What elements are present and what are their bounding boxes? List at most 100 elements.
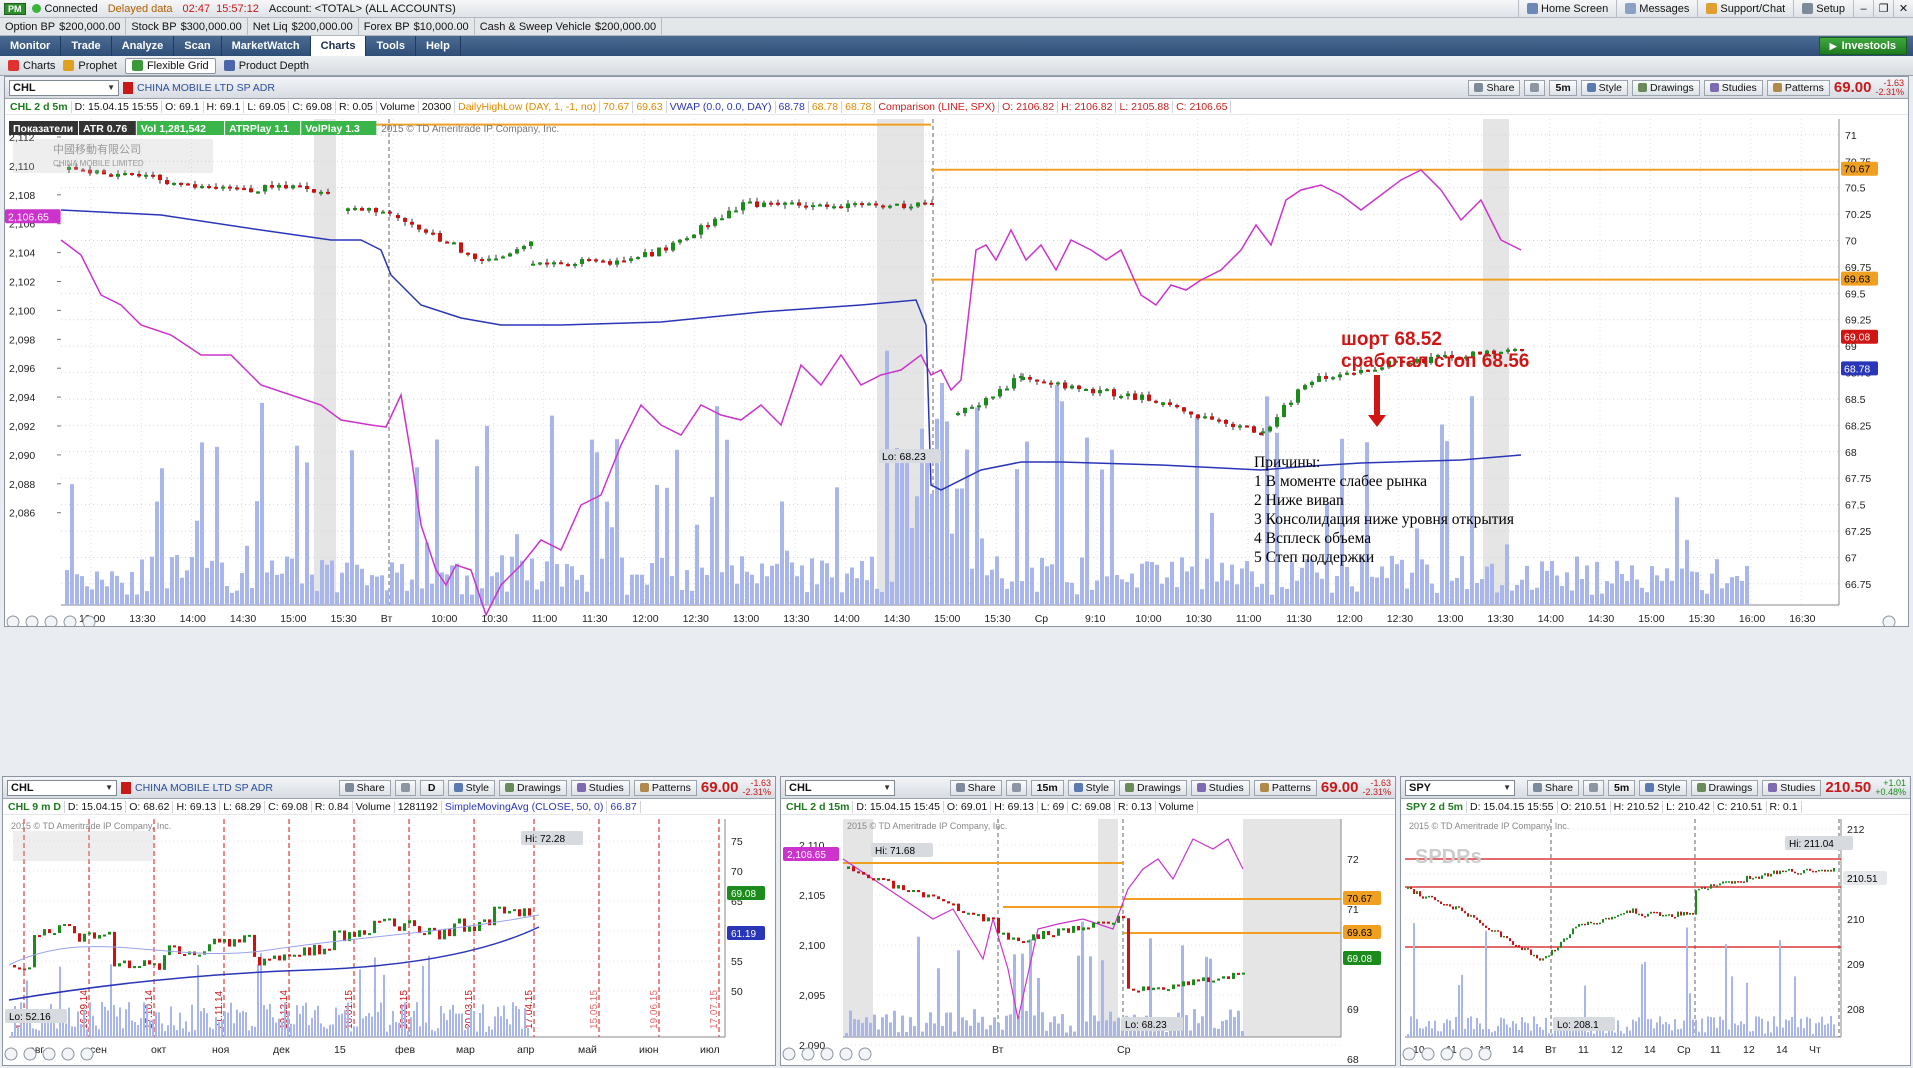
zoom-in-icon[interactable] [801, 1047, 815, 1061]
chevron-down-icon[interactable]: ▼ [1503, 783, 1511, 792]
zoom-in-icon[interactable] [23, 1047, 37, 1061]
zoom-in-icon[interactable] [25, 615, 39, 626]
vwap-line [60, 209, 1522, 491]
subtab-prophet[interactable]: Prophet [63, 60, 117, 72]
spy-chart[interactable]: 21221121020920810111314Вт111214Ср111214Ч… [1401, 815, 1910, 1065]
tab-charts[interactable]: Charts [310, 36, 367, 56]
tab-marketwatch[interactable]: MarketWatch [222, 36, 311, 56]
link-icon[interactable] [121, 781, 131, 794]
magnifier-icon[interactable] [839, 1047, 853, 1061]
spy-drawings-button[interactable]: Drawings [1690, 779, 1759, 796]
tab-tools[interactable]: Tools [366, 36, 416, 56]
main-style-button[interactable]: Style [1580, 79, 1629, 96]
subtab-charts[interactable]: Charts [8, 60, 55, 72]
chl15-share-button[interactable]: Share [949, 779, 1002, 796]
zoom-out-icon[interactable] [820, 1047, 834, 1061]
daily-style-button[interactable]: Style [447, 779, 496, 796]
zoom-in-icon[interactable] [1421, 1047, 1435, 1061]
spy-studies-button[interactable]: Studies [1762, 779, 1822, 796]
chevron-down-icon[interactable]: ▼ [883, 783, 891, 792]
scroll-left-icon[interactable] [782, 1047, 796, 1061]
top-button-setup[interactable]: Setup [1793, 0, 1853, 18]
tab-scan[interactable]: Scan [174, 36, 222, 56]
chl15-style-button[interactable]: Style [1067, 779, 1116, 796]
volume-bar [1320, 578, 1324, 605]
daily-share-button[interactable]: Share [338, 779, 391, 796]
main-period-button[interactable]: 5m [1549, 79, 1577, 96]
candle-body [143, 960, 146, 966]
candle-body [291, 185, 295, 189]
fit-icon[interactable] [80, 1047, 94, 1061]
close-window-button[interactable]: ✕ [1893, 0, 1913, 18]
main-share-button[interactable]: Share [1468, 79, 1521, 96]
main-symbol-input[interactable]: CHL ▼ [9, 79, 119, 96]
restore-window-button[interactable]: ❐ [1873, 0, 1893, 18]
account-selector[interactable]: Account: <TOTAL> (ALL ACCOUNTS) [269, 3, 456, 15]
main-patterns-button[interactable]: Patterns [1766, 79, 1830, 96]
top-button-home-screen[interactable]: Home Screen [1518, 0, 1616, 18]
volume-bar [452, 1004, 454, 1037]
subtab-flexible-grid[interactable]: Flexible Grid [124, 57, 216, 74]
subtab-product-depth[interactable]: Product Depth [223, 60, 309, 72]
spy-style-button[interactable]: Style [1639, 779, 1687, 796]
top-button-support-chat[interactable]: Support/Chat [1697, 0, 1793, 18]
volume-bar [104, 1006, 106, 1037]
daily-patterns-button[interactable]: Patterns [633, 779, 697, 796]
zoom-out-icon[interactable] [44, 615, 58, 626]
settings-icon[interactable] [1882, 615, 1896, 626]
magnifier-icon[interactable] [1459, 1047, 1473, 1061]
fit-icon[interactable] [858, 1047, 872, 1061]
main-tools-button[interactable] [1524, 79, 1546, 96]
main-chart[interactable]: 7170.7570.570.257069.7569.569.256968.756… [5, 115, 1908, 626]
daily-chart[interactable]: 7570656055501416.09.1417.10.1421.11.1419… [3, 815, 775, 1065]
scroll-left-icon[interactable] [1402, 1047, 1416, 1061]
chl15-drawings-button[interactable]: Drawings [1119, 779, 1187, 796]
tab-help[interactable]: Help [416, 36, 461, 56]
minimize-window-button[interactable]: – [1853, 0, 1873, 18]
spy-tools-button[interactable] [1583, 779, 1604, 796]
scroll-left-icon[interactable] [6, 615, 20, 626]
scroll-left-icon[interactable] [4, 1047, 18, 1061]
daily-drawings-button[interactable]: Drawings [499, 779, 567, 796]
fit-icon[interactable] [82, 615, 96, 626]
volume-bar [428, 955, 430, 1037]
p3-info-item: D: 15.04.15 15:55 [1467, 800, 1558, 813]
volume-bar [905, 451, 909, 605]
investools-button[interactable]: ▶ Investools [1818, 37, 1907, 55]
main-drawings-button[interactable]: Drawings [1632, 79, 1700, 96]
magnifier-icon[interactable] [61, 1047, 75, 1061]
candle-body [466, 252, 470, 255]
zoom-out-icon[interactable] [1440, 1047, 1454, 1061]
magnifier-icon[interactable] [63, 615, 77, 626]
chl-15m-chart[interactable]: 2,1102,1052,1002,0952,0907271706968ВтСрH… [781, 815, 1395, 1065]
tab-analyze[interactable]: Analyze [112, 36, 175, 56]
spy-symbol-input[interactable]: SPY ▼ [1405, 779, 1515, 796]
chevron-down-icon[interactable]: ▼ [105, 783, 113, 792]
tab-monitor[interactable]: Monitor [0, 36, 62, 56]
spy-period-button[interactable]: 5m [1608, 779, 1636, 796]
daily-symbol-input[interactable]: CHL ▼ [7, 779, 117, 796]
spy-share-button[interactable]: Share [1526, 779, 1579, 796]
chl15-patterns-button[interactable]: Patterns [1253, 779, 1317, 796]
fit-icon[interactable] [1478, 1047, 1492, 1061]
chl15-period-button[interactable]: 15m [1030, 779, 1064, 796]
volume-bar [521, 1028, 523, 1037]
daily-studies-button[interactable]: Studies [570, 779, 630, 796]
zoom-out-icon[interactable] [42, 1047, 56, 1061]
daily-tools-button[interactable] [394, 779, 416, 796]
volume-bar [308, 1025, 310, 1037]
chl15-studies-button[interactable]: Studies [1190, 779, 1250, 796]
logo-subtext: CHINA MOBILE LIMITED [53, 159, 144, 168]
tab-trade[interactable]: Trade [61, 36, 112, 56]
chl15-tools-button[interactable] [1005, 779, 1027, 796]
right-axis-tick: 69.5 [1845, 288, 1866, 300]
tag-spx: 2,106.65 [787, 850, 826, 861]
daily-period-button[interactable]: D [419, 779, 444, 796]
left-axis-tick: 2,105 [799, 890, 825, 902]
chevron-down-icon[interactable]: ▼ [107, 83, 115, 92]
link-icon[interactable] [123, 81, 133, 94]
top-button-messages[interactable]: Messages [1616, 0, 1697, 18]
volume-bar [425, 542, 429, 605]
main-studies-button[interactable]: Studies [1703, 79, 1763, 96]
chl-15m-symbol-input[interactable]: CHL ▼ [785, 779, 895, 796]
